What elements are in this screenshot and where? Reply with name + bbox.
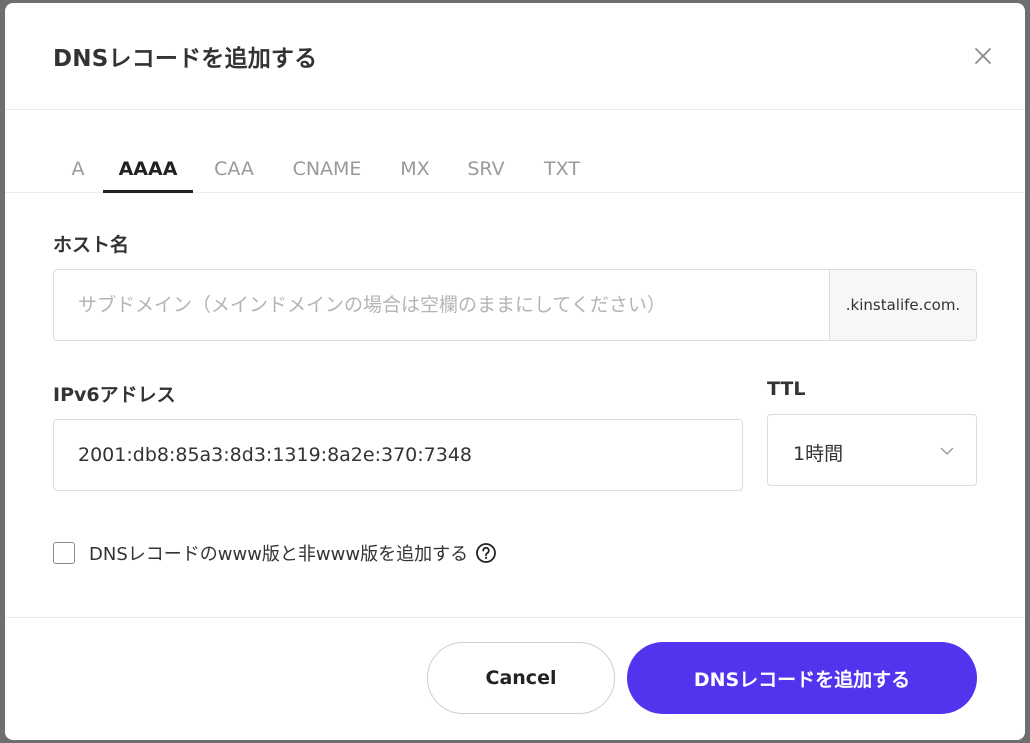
- hostname-field: .kinstalife.com.: [53, 269, 977, 341]
- footer-divider: [5, 617, 1025, 618]
- cancel-button[interactable]: Cancel: [427, 642, 615, 714]
- ttl-label: TTL: [767, 378, 806, 400]
- www-checkbox[interactable]: [53, 542, 75, 564]
- ipv6-input[interactable]: [53, 419, 743, 491]
- add-dns-record-dialog: DNSレコードを追加する A AAAA CAA CNAME MX SRV TXT…: [5, 3, 1025, 740]
- dialog-title: DNSレコードを追加する: [53, 46, 318, 72]
- tab-cname[interactable]: CNAME: [283, 153, 371, 190]
- dialog-header: DNSレコードを追加する: [5, 3, 1025, 110]
- tab-a[interactable]: A: [63, 153, 93, 190]
- hostname-label: ホスト名: [53, 234, 130, 256]
- ttl-select[interactable]: 1時間: [767, 414, 977, 486]
- tab-mx[interactable]: MX: [390, 153, 440, 190]
- hostname-input[interactable]: [54, 270, 829, 340]
- tab-aaaa[interactable]: AAAA: [103, 153, 193, 193]
- question-circle-icon[interactable]: [475, 542, 497, 564]
- www-option-label: DNSレコードのwww版と非www版を追加する: [89, 544, 469, 565]
- tab-txt[interactable]: TXT: [535, 153, 589, 190]
- www-option-row: DNSレコードのwww版と非www版を追加する: [53, 540, 497, 566]
- tab-srv[interactable]: SRV: [461, 153, 511, 190]
- ttl-selected-value: 1時間: [793, 443, 844, 465]
- close-icon[interactable]: [969, 42, 997, 70]
- domain-suffix: .kinstalife.com.: [829, 270, 976, 340]
- add-dns-record-button[interactable]: DNSレコードを追加する: [627, 642, 977, 714]
- ipv6-label: IPv6アドレス: [53, 384, 176, 406]
- record-type-tabs: A AAAA CAA CNAME MX SRV TXT: [5, 153, 1025, 193]
- tab-caa[interactable]: CAA: [205, 153, 263, 190]
- chevron-down-icon: [940, 447, 954, 455]
